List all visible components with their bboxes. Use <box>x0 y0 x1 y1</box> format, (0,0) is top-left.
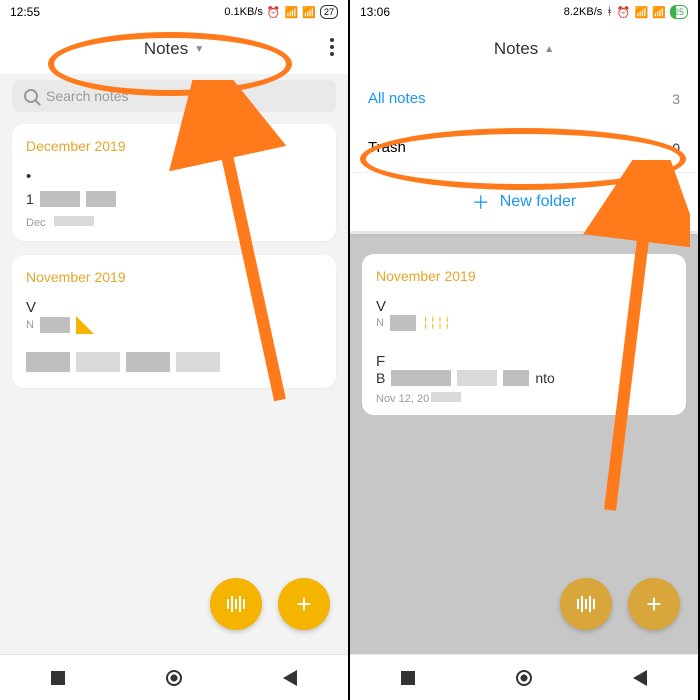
clock: 13:06 <box>360 5 390 19</box>
note-item[interactable]: V N <box>26 299 322 334</box>
back-button[interactable] <box>283 670 297 686</box>
search-placeholder: Search notes <box>46 88 129 104</box>
wifi-icon: 📶 <box>652 6 666 19</box>
note-item[interactable]: F B nto Nov 12, 20 <box>376 353 672 405</box>
battery-icon: 27 <box>320 5 338 19</box>
plus-icon: ＋ <box>472 189 490 215</box>
overflow-menu-button[interactable] <box>330 38 334 56</box>
notes-dropdown-toggle[interactable]: Notes ▼ <box>144 39 204 59</box>
phone-right: 13:06 8.2KB/s ᚼ ⏰ 📶 📶 25 Notes ▲ All not… <box>350 0 700 700</box>
header-title-text: Notes <box>144 39 188 59</box>
group-title: November 2019 <box>26 269 322 285</box>
note-group-november: November 2019 V N <box>12 255 336 388</box>
folder-all-notes[interactable]: All notes 3 <box>350 74 698 123</box>
battery-icon: 25 <box>670 5 688 19</box>
recents-button[interactable] <box>51 671 65 685</box>
notes-dropdown-toggle[interactable]: Notes ▲ <box>494 39 554 59</box>
audio-wave-icon: ╎╎╎╎ <box>422 316 451 330</box>
alarm-icon: ⏰ <box>617 6 631 19</box>
search-icon <box>24 89 38 103</box>
folder-label: Trash <box>368 139 406 156</box>
app-header: Notes ▼ <box>0 24 348 74</box>
back-button[interactable] <box>633 670 647 686</box>
bluetooth-icon: ᚼ <box>606 6 613 18</box>
folder-count: 3 <box>672 91 680 107</box>
note-group-november-dim: November 2019 V N ╎╎╎╎ F B nto Nov <box>362 254 686 415</box>
clock: 12:55 <box>10 5 40 19</box>
chevron-down-icon: ▼ <box>194 44 204 55</box>
voice-note-fab[interactable] <box>210 578 262 630</box>
new-folder-label: New folder <box>500 193 576 211</box>
note-item[interactable]: • 1 Dec <box>26 168 322 231</box>
modal-scrim[interactable]: November 2019 V N ╎╎╎╎ F B nto Nov <box>350 234 698 654</box>
fab-group: + <box>560 578 680 630</box>
audio-note-icon <box>76 316 94 334</box>
signal-icon: 📶 <box>635 6 649 19</box>
network-speed: 0.1KB/s <box>224 6 263 18</box>
status-bar: 12:55 0.1KB/s ⏰ 📶 📶 27 <box>0 0 348 24</box>
phone-left: 12:55 0.1KB/s ⏰ 📶 📶 27 Notes ▼ Search no… <box>0 0 350 700</box>
new-folder-button[interactable]: ＋ New folder <box>350 172 698 231</box>
new-note-fab[interactable]: + <box>628 578 680 630</box>
folder-dropdown: All notes 3 Trash 0 ＋ New folder <box>350 74 698 231</box>
group-title: December 2019 <box>26 138 322 154</box>
android-navbar <box>0 654 348 700</box>
voice-note-fab[interactable] <box>560 578 612 630</box>
header-title-text: Notes <box>494 39 538 59</box>
note-item[interactable]: V N ╎╎╎╎ <box>376 298 672 331</box>
search-input[interactable]: Search notes <box>12 80 336 112</box>
app-header: Notes ▲ <box>350 24 698 74</box>
status-bar: 13:06 8.2KB/s ᚼ ⏰ 📶 📶 25 <box>350 0 698 24</box>
folder-label: All notes <box>368 90 426 107</box>
group-title: November 2019 <box>376 268 672 284</box>
android-navbar <box>350 654 698 700</box>
signal-icon: 📶 <box>285 6 299 19</box>
chevron-up-icon: ▲ <box>544 44 554 55</box>
folder-count: 0 <box>672 140 680 156</box>
wifi-icon: 📶 <box>302 6 316 19</box>
network-speed: 8.2KB/s <box>564 6 603 18</box>
note-group-december: December 2019 • 1 Dec <box>12 124 336 241</box>
home-button[interactable] <box>166 670 182 686</box>
recents-button[interactable] <box>401 671 415 685</box>
alarm-icon: ⏰ <box>267 6 281 19</box>
home-button[interactable] <box>516 670 532 686</box>
fab-group: + <box>210 578 330 630</box>
new-note-fab[interactable]: + <box>278 578 330 630</box>
folder-trash[interactable]: Trash 0 <box>350 123 698 172</box>
note-item[interactable] <box>26 352 322 372</box>
